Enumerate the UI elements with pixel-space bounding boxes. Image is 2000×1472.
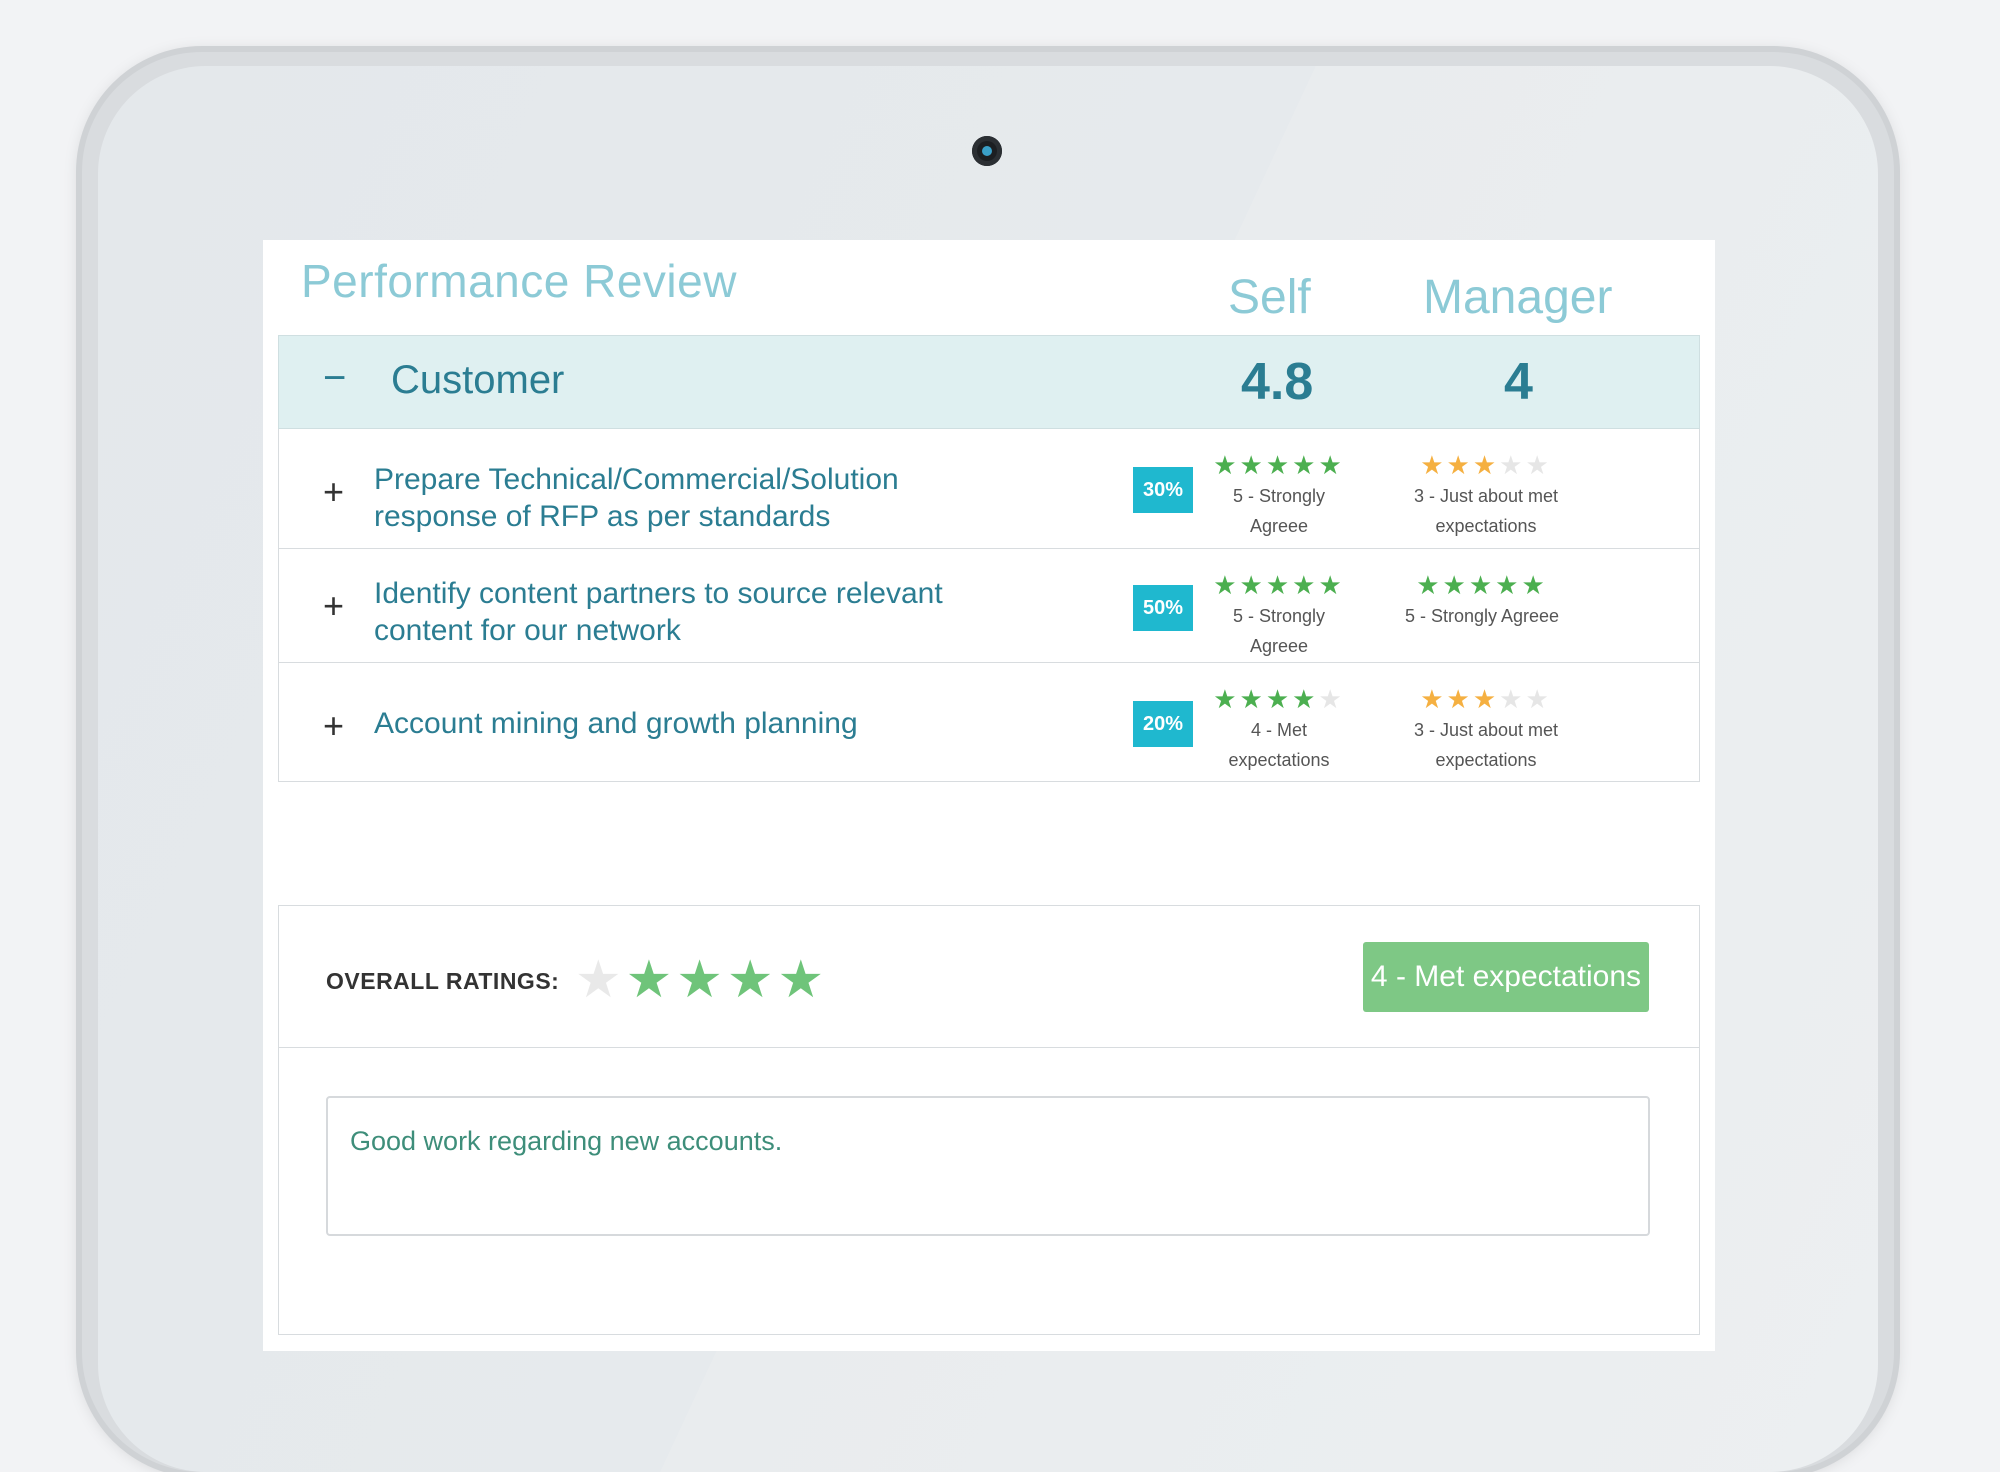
column-header-self: Self bbox=[1228, 271, 1311, 324]
overall-rating-badge: 4 - Met expectations bbox=[1363, 942, 1649, 1012]
collapse-icon[interactable]: − bbox=[323, 356, 346, 401]
star-rating[interactable]: ★★★★★ bbox=[1204, 451, 1354, 479]
column-header-manager: Manager bbox=[1423, 271, 1613, 324]
star-filled-icon[interactable]: ★ bbox=[1469, 570, 1495, 600]
self-rating-text: 5 - Strongly Agreee bbox=[1232, 486, 1326, 536]
star-filled-icon[interactable]: ★ bbox=[1420, 450, 1446, 480]
self-rating-text: 5 - Strongly Agreee bbox=[1232, 606, 1326, 656]
self-rating-text: 4 - Met expectations bbox=[1228, 720, 1330, 770]
comment-textarea[interactable]: Good work regarding new accounts. bbox=[326, 1096, 1650, 1236]
performance-review-screen: Performance Review Self Manager − Custom… bbox=[263, 240, 1715, 1351]
star-filled-icon[interactable]: ★ bbox=[1473, 450, 1499, 480]
overall-rating-panel: OVERALL RATINGS: ★★★★★ 4 - Met expectati… bbox=[278, 905, 1700, 1335]
manager-rating-text: 5 - Strongly Agreee bbox=[1404, 606, 1560, 626]
overall-star-rating[interactable]: ★★★★★ bbox=[575, 952, 828, 1008]
star-filled-icon[interactable]: ★ bbox=[1266, 450, 1292, 480]
section-self-score: 4.8 bbox=[1241, 353, 1314, 411]
section-manager-score: 4 bbox=[1504, 353, 1533, 411]
camera-icon bbox=[972, 136, 1002, 166]
star-rating[interactable]: ★★★★★ bbox=[1401, 685, 1571, 713]
weight-badge: 20% bbox=[1133, 701, 1193, 747]
star-filled-icon[interactable]: ★ bbox=[1213, 450, 1239, 480]
star-filled-icon[interactable]: ★ bbox=[1240, 684, 1266, 714]
goal-list: + Prepare Technical/Commercial/Solution … bbox=[278, 429, 1700, 782]
star-filled-icon[interactable]: ★ bbox=[1447, 684, 1473, 714]
star-filled-icon[interactable]: ★ bbox=[1292, 570, 1318, 600]
manager-rating[interactable]: ★★★★★ 3 - Just about met expectations bbox=[1401, 685, 1571, 775]
page-title: Performance Review bbox=[301, 255, 737, 307]
goal-row: + Account mining and growth planning 20%… bbox=[279, 663, 1699, 781]
star-rating[interactable]: ★★★★★ bbox=[1397, 571, 1567, 599]
weight-badge: 50% bbox=[1133, 585, 1193, 631]
star-filled-icon[interactable]: ★ bbox=[1521, 570, 1547, 600]
section-header-customer[interactable]: − Customer 4.8 4 bbox=[278, 335, 1700, 429]
star-filled-icon[interactable]: ★ bbox=[1495, 570, 1521, 600]
star-filled-icon[interactable]: ★ bbox=[1266, 684, 1292, 714]
star-filled-icon[interactable]: ★ bbox=[1318, 570, 1344, 600]
star-rating[interactable]: ★★★★★ bbox=[1204, 571, 1354, 599]
self-rating[interactable]: ★★★★★ 5 - Strongly Agreee bbox=[1204, 451, 1354, 541]
expand-icon[interactable]: + bbox=[323, 471, 344, 513]
expand-icon[interactable]: + bbox=[323, 585, 344, 627]
star-empty-icon[interactable]: ★ bbox=[1499, 450, 1525, 480]
star-filled-icon[interactable]: ★ bbox=[1240, 570, 1266, 600]
star-empty-icon[interactable]: ★ bbox=[1499, 684, 1525, 714]
expand-icon[interactable]: + bbox=[323, 705, 344, 747]
star-filled-icon[interactable]: ★ bbox=[1443, 570, 1469, 600]
star-filled-icon[interactable]: ★ bbox=[1266, 570, 1292, 600]
star-filled-icon[interactable]: ★ bbox=[1213, 684, 1239, 714]
star-filled-icon[interactable]: ★ bbox=[626, 951, 677, 1009]
star-filled-icon[interactable]: ★ bbox=[1318, 450, 1344, 480]
star-filled-icon[interactable]: ★ bbox=[727, 951, 778, 1009]
star-rating[interactable]: ★★★★★ bbox=[1199, 685, 1359, 713]
self-rating[interactable]: ★★★★★ 4 - Met expectations bbox=[1199, 685, 1359, 775]
section-name: Customer bbox=[391, 358, 565, 402]
goal-label[interactable]: Account mining and growth planning bbox=[374, 705, 1014, 742]
goal-label[interactable]: Prepare Technical/Commercial/Solution re… bbox=[374, 461, 1014, 535]
goal-row: + Identify content partners to source re… bbox=[279, 549, 1699, 663]
overall-rating-bar: OVERALL RATINGS: ★★★★★ 4 - Met expectati… bbox=[279, 906, 1699, 1048]
star-filled-icon[interactable]: ★ bbox=[1240, 450, 1266, 480]
star-empty-icon[interactable]: ★ bbox=[1525, 684, 1551, 714]
star-filled-icon[interactable]: ★ bbox=[1473, 684, 1499, 714]
star-filled-icon[interactable]: ★ bbox=[1292, 684, 1318, 714]
star-empty-icon[interactable]: ★ bbox=[1525, 450, 1551, 480]
star-filled-icon[interactable]: ★ bbox=[1420, 684, 1446, 714]
self-rating[interactable]: ★★★★★ 5 - Strongly Agreee bbox=[1204, 571, 1354, 661]
star-rating[interactable]: ★★★★★ bbox=[1401, 451, 1571, 479]
manager-rating[interactable]: ★★★★★ 3 - Just about met expectations bbox=[1401, 451, 1571, 541]
star-filled-icon[interactable]: ★ bbox=[1416, 570, 1442, 600]
star-empty-icon[interactable]: ★ bbox=[575, 951, 626, 1009]
star-empty-icon[interactable]: ★ bbox=[1318, 684, 1344, 714]
star-filled-icon[interactable]: ★ bbox=[1292, 450, 1318, 480]
goal-label[interactable]: Identify content partners to source rele… bbox=[374, 575, 1014, 649]
weight-badge: 30% bbox=[1133, 467, 1193, 513]
star-filled-icon[interactable]: ★ bbox=[1213, 570, 1239, 600]
goal-row: + Prepare Technical/Commercial/Solution … bbox=[279, 429, 1699, 549]
manager-rating-text: 3 - Just about met expectations bbox=[1413, 486, 1559, 536]
manager-rating-text: 3 - Just about met expectations bbox=[1413, 720, 1559, 770]
star-filled-icon[interactable]: ★ bbox=[778, 951, 829, 1009]
star-filled-icon[interactable]: ★ bbox=[676, 951, 727, 1009]
overall-ratings-label: OVERALL RATINGS: bbox=[326, 968, 560, 994]
star-filled-icon[interactable]: ★ bbox=[1447, 450, 1473, 480]
manager-rating[interactable]: ★★★★★ 5 - Strongly Agreee bbox=[1397, 571, 1567, 631]
